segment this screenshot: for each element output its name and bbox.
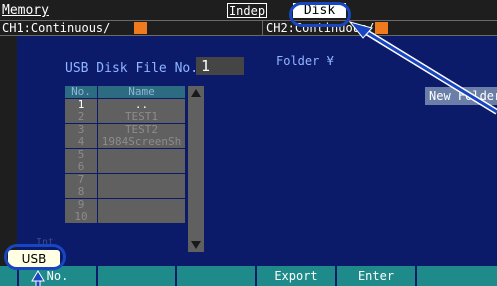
row-number: 9 <box>65 198 97 211</box>
column-header-name: Name <box>98 86 185 98</box>
indep-button[interactable]: Indep <box>227 3 267 18</box>
softkey-3[interactable] <box>175 266 255 286</box>
column-header-no: No. <box>65 86 97 98</box>
instrument-screen: Memory Indep Disk CH1:Continuous/ CH2:Co… <box>0 0 497 286</box>
softkey-export[interactable]: Export <box>255 266 335 286</box>
row-number: 6 <box>65 161 97 173</box>
ch1-status: CH1:Continuous/ <box>2 21 111 35</box>
new-folder-button[interactable]: New Folder <box>425 87 497 105</box>
table-row[interactable]: 2 TEST1 <box>65 111 185 124</box>
row-name <box>98 148 185 161</box>
file-table: No. Name 1 .. 2 TEST1 3 TEST2 4 1984Scre… <box>65 86 185 224</box>
row-name <box>98 186 185 198</box>
disk-callout-outline <box>289 2 351 27</box>
row-name: TEST1 <box>98 111 185 123</box>
scroll-down-arrow-icon[interactable] <box>191 241 201 249</box>
row-number: 2 <box>65 111 97 123</box>
table-row[interactable]: 4 1984ScreenSh <box>65 136 185 149</box>
usb-callout-outline <box>4 244 66 270</box>
row-number: 4 <box>65 136 97 148</box>
row-number: 1 <box>65 98 97 111</box>
table-scrollbar[interactable] <box>188 86 204 252</box>
ch2-indicator <box>375 22 388 34</box>
table-row[interactable]: 8 <box>65 186 185 199</box>
table-row[interactable]: 10 <box>65 211 185 224</box>
row-name: 1984ScreenSh <box>98 136 185 148</box>
ch1-indicator <box>134 22 147 34</box>
usb-disk-file-label: USB Disk File No. <box>65 61 199 76</box>
row-number: 7 <box>65 173 97 186</box>
row-name <box>98 173 185 186</box>
row-name <box>98 198 185 211</box>
channel-divider <box>262 20 263 36</box>
row-name: TEST2 <box>98 123 185 136</box>
file-number-value: 1 <box>201 57 211 75</box>
softkey-enter[interactable]: Enter <box>335 266 415 286</box>
row-number: 8 <box>65 186 97 198</box>
scroll-up-arrow-icon[interactable] <box>191 89 201 97</box>
row-name <box>98 211 185 223</box>
row-name: .. <box>98 98 185 111</box>
softkey-6[interactable] <box>415 266 497 286</box>
softkey-2[interactable] <box>96 266 175 286</box>
table-header-row: No. Name <box>65 86 185 99</box>
row-number: 3 <box>65 123 97 136</box>
table-row[interactable]: 6 <box>65 161 185 174</box>
row-name <box>98 161 185 173</box>
row-number: 5 <box>65 148 97 161</box>
menu-title: Memory <box>2 3 49 18</box>
folder-path: Folder ¥ <box>276 54 334 68</box>
row-number: 10 <box>65 211 97 223</box>
left-side-panel <box>0 36 17 266</box>
